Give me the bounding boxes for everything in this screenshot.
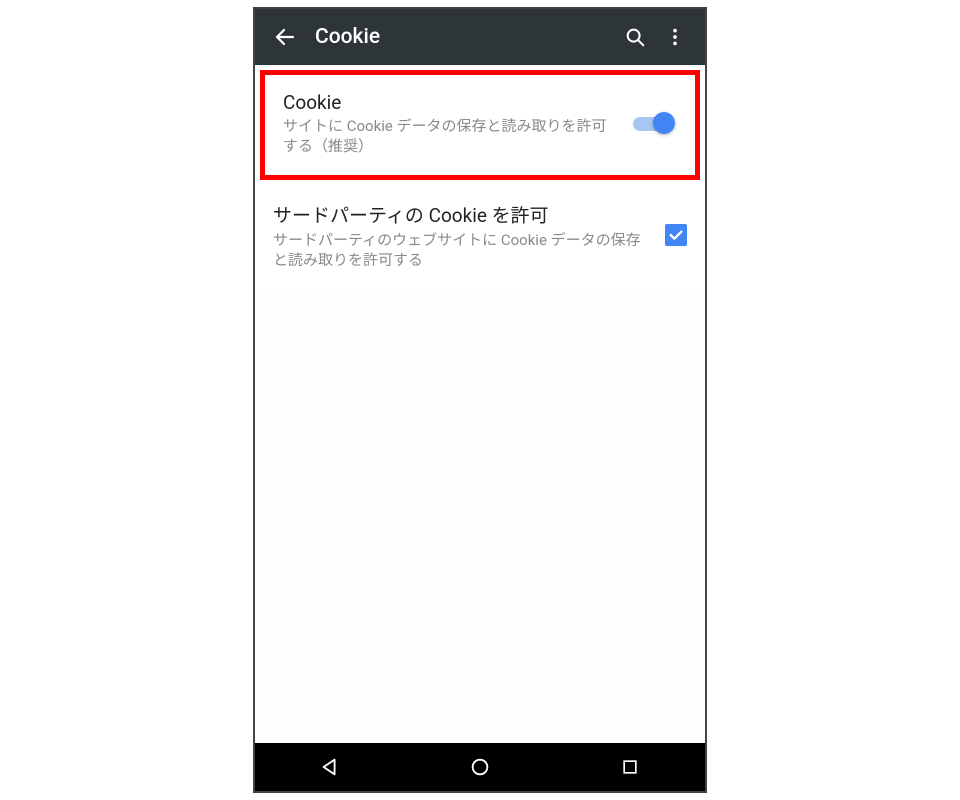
search-icon [624, 26, 646, 48]
search-button[interactable] [615, 17, 655, 57]
back-button[interactable] [265, 17, 305, 57]
nav-back-button[interactable] [300, 743, 360, 791]
nav-home-button[interactable] [450, 743, 510, 791]
thirdparty-setting-desc: サードパーティのウェブサイトに Cookie データの保存と読み取りを許可する [273, 230, 655, 271]
cookie-setting-desc: サイトに Cookie データの保存と読み取りを許可する（推奨） [283, 116, 623, 157]
app-bar: Cookie [255, 9, 705, 65]
android-nav-bar [255, 743, 705, 791]
cookie-setting-row[interactable]: Cookie サイトに Cookie データの保存と読み取りを許可する（推奨） [260, 70, 700, 180]
appbar-title: Cookie [305, 25, 615, 49]
check-icon [668, 227, 684, 243]
square-recent-icon [620, 757, 640, 777]
triangle-back-icon [319, 756, 341, 778]
cookie-setting-title: Cookie [283, 91, 623, 114]
nav-recent-button[interactable] [600, 743, 660, 791]
phone-frame: Cookie Cookie サイトに Cookie データの保存と読み取りを許可… [253, 7, 707, 793]
thirdparty-setting-text: サードパーティの Cookie を許可 サードパーティのウェブサイトに Cook… [273, 201, 655, 271]
circle-home-icon [469, 756, 491, 778]
overflow-menu-button[interactable] [655, 17, 695, 57]
cookie-toggle[interactable] [633, 112, 677, 136]
cookie-setting-text: Cookie サイトに Cookie データの保存と読み取りを許可する（推奨） [283, 91, 623, 157]
thirdparty-checkbox[interactable] [665, 224, 687, 246]
settings-list: Cookie サイトに Cookie データの保存と読み取りを許可する（推奨） … [255, 65, 705, 743]
thirdparty-setting-title: サードパーティの Cookie を許可 [273, 201, 655, 228]
more-vert-icon [664, 26, 686, 48]
toggle-thumb [653, 112, 675, 134]
thirdparty-cookie-row[interactable]: サードパーティの Cookie を許可 サードパーティのウェブサイトに Cook… [255, 185, 705, 289]
arrow-left-icon [273, 25, 297, 49]
